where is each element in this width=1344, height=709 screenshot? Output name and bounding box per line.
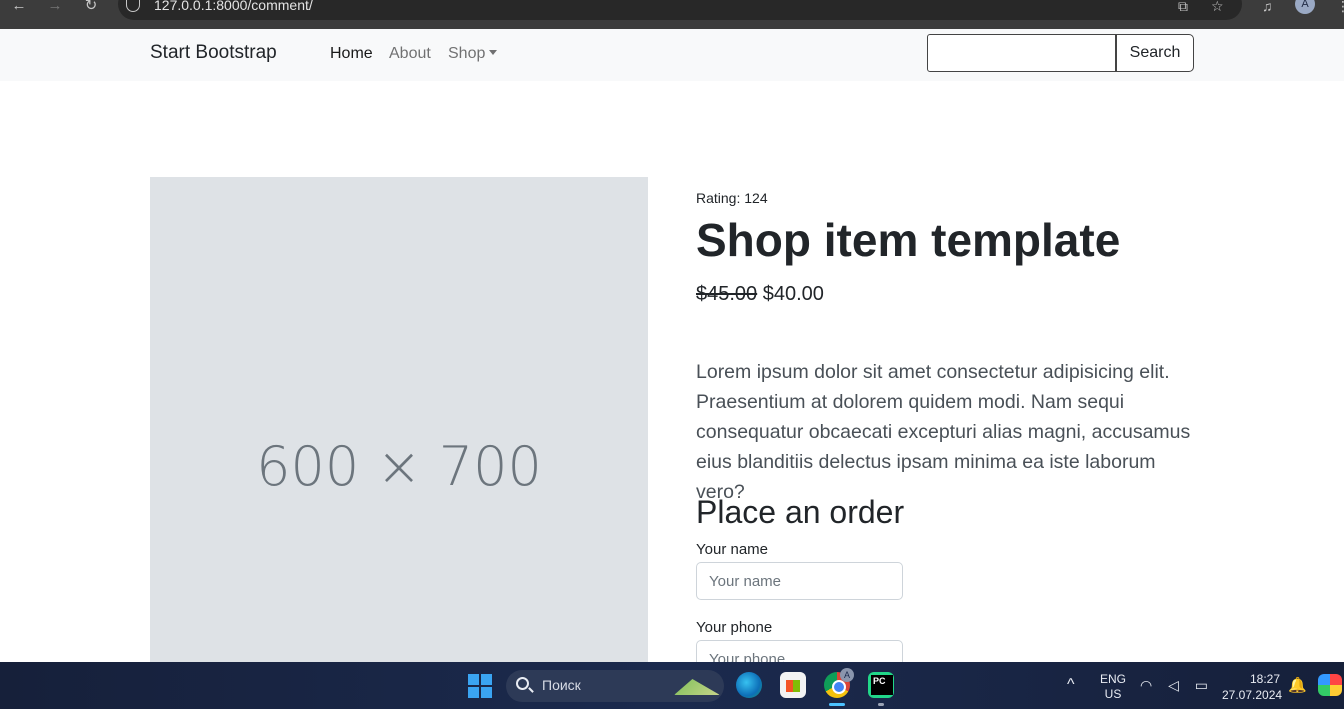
chrome-active-indicator (829, 703, 845, 706)
edge-icon[interactable] (736, 672, 762, 698)
back-icon[interactable]: ← (8, 0, 30, 14)
product-description: Lorem ipsum dolor sit amet consectetur a… (696, 361, 1191, 503)
bookmark-star-icon[interactable]: ☆ (1211, 0, 1224, 15)
navbar-brand[interactable]: Start Bootstrap (150, 42, 277, 64)
nav-link-home[interactable]: Home (330, 45, 373, 63)
media-control-icon[interactable]: ♫ (1262, 0, 1273, 14)
name-field-label: Your name (696, 541, 768, 558)
search-button[interactable]: Search (1116, 34, 1194, 72)
forward-icon[interactable]: → (44, 0, 66, 14)
reload-icon[interactable]: ↻ (80, 0, 102, 14)
profile-avatar[interactable]: A (1295, 0, 1315, 14)
browser-menu-icon[interactable]: ⋮ (1336, 0, 1344, 15)
pycharm-icon[interactable] (868, 672, 894, 698)
product-title: Shop item template (696, 214, 1121, 266)
windows-start-icon[interactable] (468, 674, 492, 698)
search-icon (516, 677, 529, 690)
system-clock[interactable]: 18:27 27.07.2024 (1222, 671, 1283, 703)
language-indicator[interactable]: ENG US (1100, 672, 1126, 702)
browser-toolbar: ← → ↻ 127.0.0.1:8000/comment/ ⧉ ☆ ♫ A ⋮ (0, 0, 1344, 29)
site-navbar: Start Bootstrap Home About Shop Search (0, 29, 1344, 81)
old-price: $45.00 (696, 283, 758, 305)
copilot-icon[interactable] (1318, 674, 1342, 696)
taskbar-search[interactable]: Поиск (506, 670, 724, 702)
order-heading: Place an order (696, 494, 905, 530)
clock-date: 27.07.2024 (1222, 688, 1283, 702)
nav-link-about[interactable]: About (389, 45, 431, 63)
windows-taskbar: Поиск A ^ ENG US ◠ ◁ ▭ 18:27 27.07.2024 … (0, 662, 1344, 709)
translate-icon[interactable]: ⧉ (1178, 0, 1188, 15)
search-input[interactable] (927, 34, 1116, 72)
taskbar-search-label: Поиск (542, 677, 581, 693)
nav-link-shop[interactable]: Shop (448, 45, 498, 63)
url-text[interactable]: 127.0.0.1:8000/comment/ (154, 0, 313, 13)
notification-bell-icon[interactable]: 🔔 (1288, 676, 1307, 694)
product-rating: Rating: 124 (696, 190, 768, 206)
language-code: ENG (1100, 672, 1127, 686)
image-dimensions-label: 600 × 700 (256, 435, 542, 498)
price-block: $45.00 $40.00 (696, 283, 824, 306)
keyboard-layout: US (1104, 687, 1122, 701)
wifi-volume-battery-icons[interactable]: ◠ ◁ ▭ (1140, 677, 1214, 694)
chevron-down-icon (489, 50, 498, 55)
pycharm-running-indicator (878, 703, 884, 706)
product-image-placeholder: 600 × 700 (150, 177, 648, 667)
name-field[interactable] (696, 562, 903, 600)
microsoft-store-icon[interactable] (780, 672, 806, 698)
clock-time: 18:27 (1249, 672, 1280, 686)
show-hidden-icons-chevron-icon[interactable]: ^ (1067, 676, 1075, 694)
current-price: $40.00 (762, 283, 824, 305)
nav-link-shop-label: Shop (448, 45, 486, 62)
search-highlight-image (674, 679, 720, 695)
chrome-profile-badge: A (840, 668, 854, 682)
phone-field-label: Your phone (696, 619, 773, 636)
